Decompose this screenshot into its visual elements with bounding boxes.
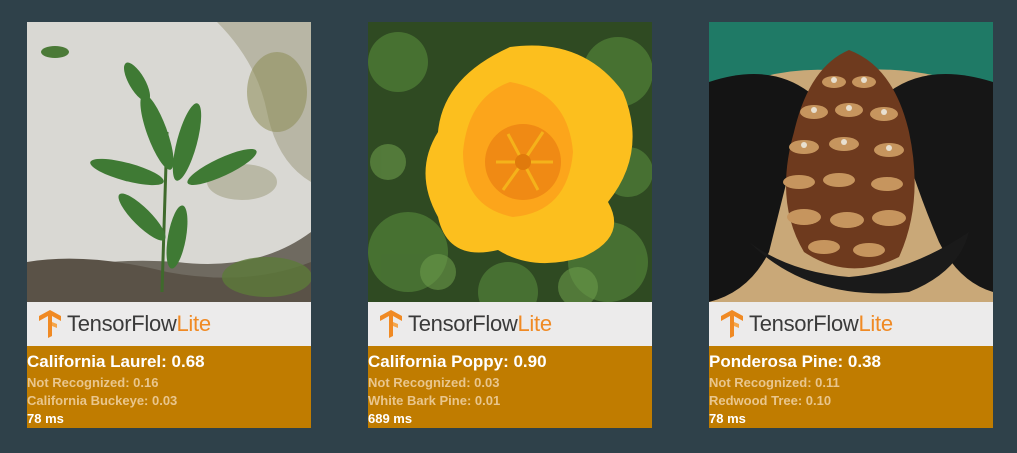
top-prediction: California Laurel: 0.68	[27, 352, 205, 371]
third-prediction: Redwood Tree: 0.10	[709, 393, 832, 408]
result-card-1: TensorFlowLite California Laurel: 0.68 N…	[27, 22, 311, 428]
tensorflow-lite-banner: TensorFlowLite	[709, 302, 993, 346]
results-panel: Ponderosa Pine: 0.38 Not Recognized: 0.1…	[709, 346, 993, 428]
inference-time: 689 ms	[368, 411, 413, 426]
photo-california-laurel	[27, 22, 311, 302]
photo-california-poppy	[368, 22, 652, 302]
photo-illustration	[27, 22, 311, 302]
top-prediction: California Poppy: 0.90	[368, 352, 547, 371]
tensorflow-logo-icon	[721, 310, 743, 338]
tensorflow-lite-banner: TensorFlowLite	[27, 302, 311, 346]
third-prediction: California Buckeye: 0.03	[27, 393, 178, 408]
tensorflow-logo-icon	[380, 310, 402, 338]
photo-illustration	[709, 22, 993, 302]
inference-time: 78 ms	[27, 411, 64, 426]
brand-name: TensorFlowLite	[749, 311, 893, 336]
inference-time: 78 ms	[709, 411, 746, 426]
top-prediction: Ponderosa Pine: 0.38	[709, 352, 881, 371]
third-prediction: White Bark Pine: 0.01	[368, 393, 501, 408]
tensorflow-logo-icon	[39, 310, 61, 338]
brand-name: TensorFlowLite	[67, 311, 211, 336]
tensorflow-lite-banner: TensorFlowLite	[368, 302, 652, 346]
second-prediction: Not Recognized: 0.03	[368, 375, 500, 390]
result-card-3: TensorFlowLite Ponderosa Pine: 0.38 Not …	[709, 22, 993, 428]
results-panel: California Laurel: 0.68 Not Recognized: …	[27, 346, 311, 428]
photo-illustration	[368, 22, 652, 302]
second-prediction: Not Recognized: 0.11	[709, 375, 840, 390]
results-panel: California Poppy: 0.90 Not Recognized: 0…	[368, 346, 652, 428]
result-card-2: TensorFlowLite California Poppy: 0.90 No…	[368, 22, 652, 428]
second-prediction: Not Recognized: 0.16	[27, 375, 159, 390]
photo-ponderosa-pine-cone	[709, 22, 993, 302]
brand-name: TensorFlowLite	[408, 311, 552, 336]
